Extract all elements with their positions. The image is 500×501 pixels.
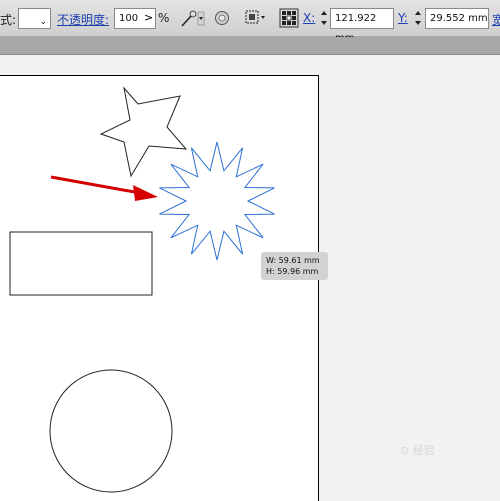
tooltip-height: H: 59.96 mm bbox=[266, 267, 319, 276]
circle-shape[interactable] bbox=[49, 369, 173, 493]
starburst-shape-selected[interactable] bbox=[159, 141, 275, 261]
rectangle-shape[interactable] bbox=[9, 231, 153, 296]
star-shape[interactable] bbox=[99, 86, 188, 178]
tooltip-width: W: 59.61 mm bbox=[266, 256, 320, 265]
red-arrow bbox=[50, 175, 158, 201]
watermark: ⊙ 经验 bbox=[400, 444, 435, 457]
size-tooltip: W: 59.61 mm H: 59.96 mm bbox=[261, 252, 328, 280]
artwork-layer bbox=[9, 86, 275, 493]
